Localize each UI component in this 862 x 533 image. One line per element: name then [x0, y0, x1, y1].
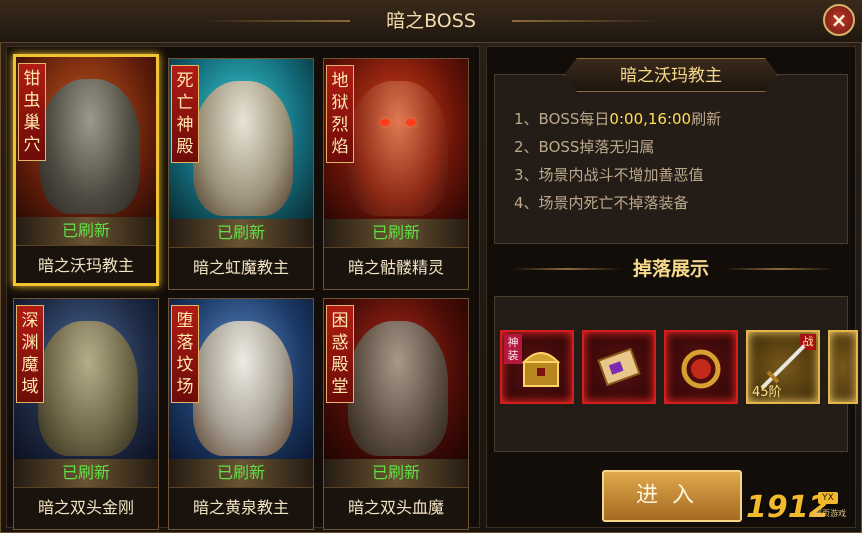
boss-card-6[interactable]: 困惑殿堂 已刷新 暗之双头血魔: [323, 298, 469, 530]
monster-figure: [38, 321, 138, 456]
location-banner: 困惑殿堂: [326, 305, 354, 403]
rule-line-1: 1、BOSS每日0:00,16:00刷新: [514, 110, 722, 128]
treasure-chest-icon: [521, 352, 561, 387]
scroll-icon: [597, 347, 641, 387]
watermark-badge: YX: [818, 492, 838, 504]
refresh-status: 已刷新: [14, 459, 158, 487]
location-banner: 钳虫巢穴: [18, 63, 46, 161]
boss-name: 暗之沃玛教主: [16, 245, 156, 283]
monster-figure: [348, 321, 448, 456]
rules-box: [494, 74, 848, 244]
close-button[interactable]: ×: [823, 4, 855, 36]
rule-line-2: 2、BOSS掉落无归属: [514, 138, 655, 156]
item-level: 45阶: [752, 385, 782, 400]
glowing-eye: [380, 119, 390, 126]
boss-card-5[interactable]: 堕落坟场 已刷新 暗之黄泉教主: [168, 298, 314, 530]
refresh-status: 已刷新: [169, 459, 313, 487]
location-banner: 地狱烈焰: [326, 65, 354, 163]
refresh-status: 已刷新: [16, 217, 156, 245]
drop-item-2[interactable]: [582, 330, 656, 404]
refresh-status: 已刷新: [324, 459, 468, 487]
ring-icon: [681, 349, 721, 389]
monster-figure: [193, 81, 293, 216]
boss-name: 暗之虹魔教主: [169, 247, 313, 288]
monster-figure: [348, 81, 448, 216]
boss-card-3[interactable]: 地狱烈焰 已刷新 暗之骷髅精灵: [323, 58, 469, 290]
boss-card-4[interactable]: 深渊魔域 已刷新 暗之双头金刚: [13, 298, 159, 530]
drop-item-4[interactable]: 战 45阶: [746, 330, 820, 404]
window-title: 暗之BOSS: [386, 10, 476, 32]
rule-line-3: 3、场景内战斗不增加善恶值: [514, 166, 704, 184]
drop-item-1[interactable]: 神装: [500, 330, 574, 404]
rule-line-4: 4、场景内死亡不掉落装备: [514, 194, 689, 212]
boss-card-2[interactable]: 死亡神殿 已刷新 暗之虹魔教主: [168, 58, 314, 290]
watermark-subtitle: 网页游戏: [814, 509, 846, 518]
selected-boss-title: 暗之沃玛教主: [564, 58, 778, 92]
location-banner: 死亡神殿: [171, 65, 199, 163]
drop-item-3[interactable]: [664, 330, 738, 404]
boss-name: 暗之双头血魔: [324, 487, 468, 528]
drop-item-partial[interactable]: [828, 330, 858, 404]
location-banner: 深渊魔域: [16, 305, 44, 403]
boss-card-1[interactable]: 钳虫巢穴 已刷新 暗之沃玛教主: [13, 54, 159, 286]
refresh-status: 已刷新: [324, 219, 468, 247]
location-banner: 堕落坟场: [171, 305, 199, 403]
monster-figure: [193, 321, 293, 456]
boss-name: 暗之黄泉教主: [169, 487, 313, 528]
enter-button[interactable]: 进入: [602, 470, 742, 522]
monster-figure: [40, 79, 140, 214]
boss-name: 暗之双头金刚: [14, 487, 158, 528]
drops-title: 掉落展示: [632, 258, 709, 280]
refresh-status: 已刷新: [169, 219, 313, 247]
boss-name: 暗之骷髅精灵: [324, 247, 468, 288]
glowing-eye: [406, 119, 416, 126]
